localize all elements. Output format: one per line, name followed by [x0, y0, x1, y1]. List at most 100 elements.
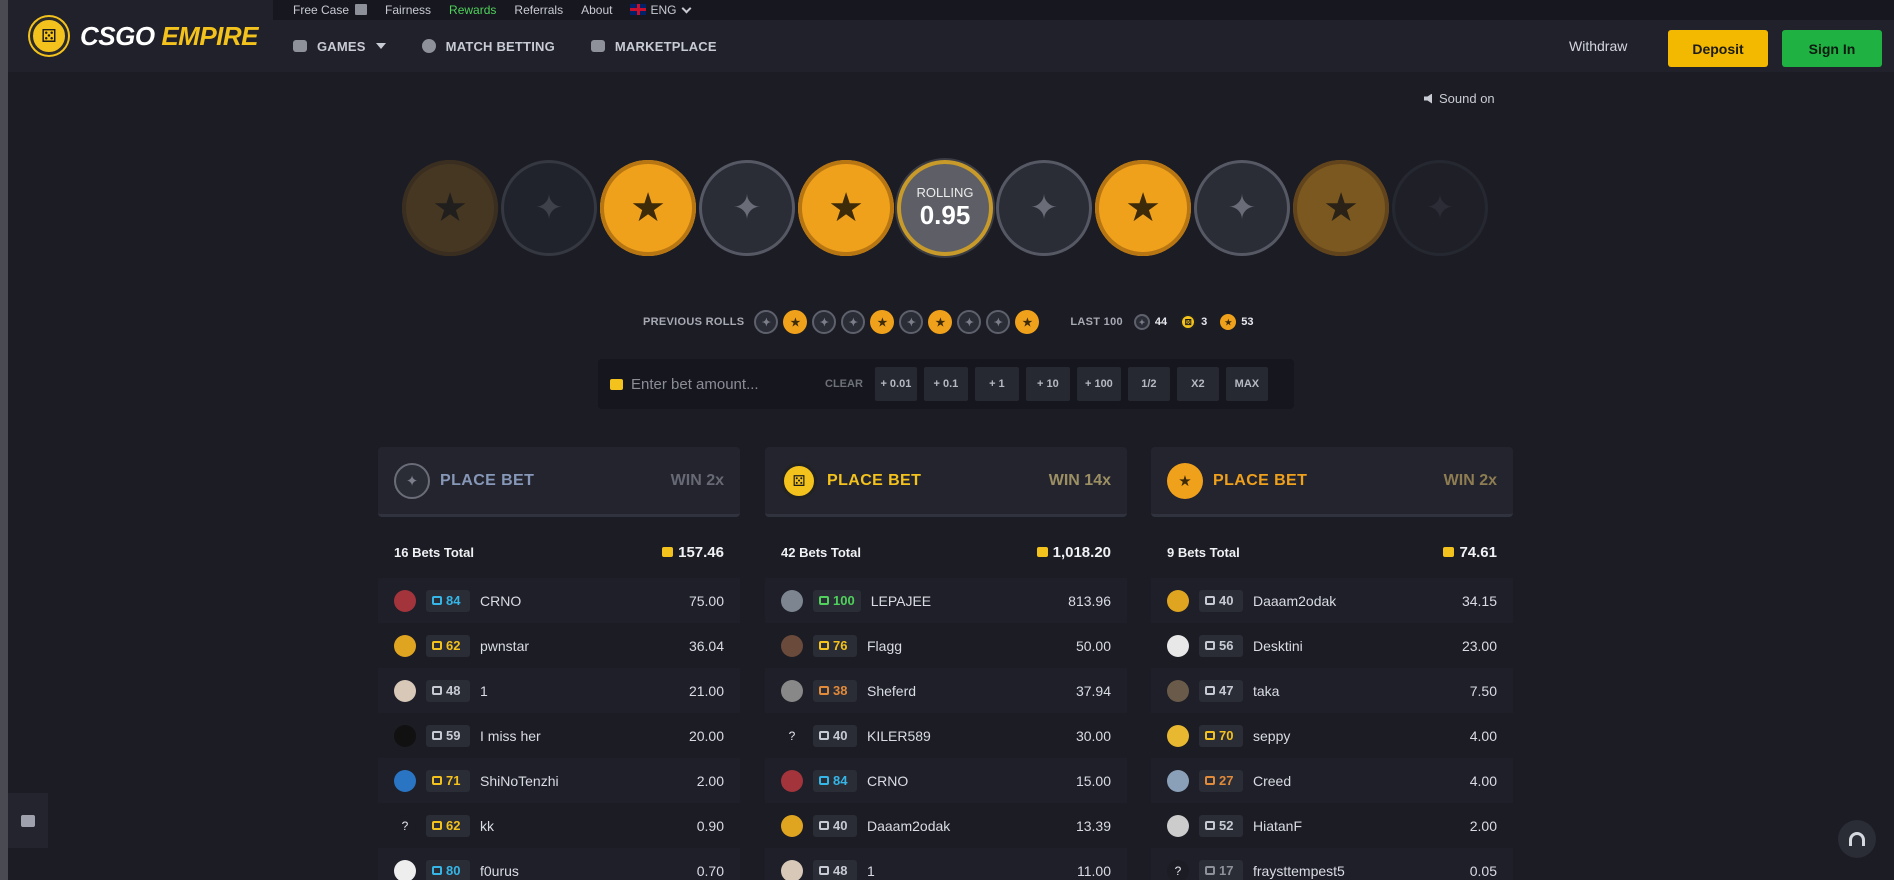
bet-row[interactable]: 40 Daaam2odak 13.39 [765, 803, 1127, 848]
avatar[interactable] [1167, 634, 1189, 657]
bets-total-count: 16 Bets Total [394, 544, 474, 560]
bet-row[interactable]: 70 seppy 4.00 [1151, 713, 1513, 758]
username[interactable]: Daaam2odak [1253, 593, 1336, 609]
bet-row[interactable]: 47 taka 7.50 [1151, 668, 1513, 713]
bet-row[interactable]: 71 ShiNoTenzhi 2.00 [378, 758, 740, 803]
fairness-link[interactable]: Fairness [385, 3, 431, 17]
username[interactable]: taka [1253, 683, 1279, 699]
bet-chip-button[interactable]: X2 [1176, 367, 1219, 401]
nav-games[interactable]: GAMES [293, 39, 386, 54]
place-bet-dice-button[interactable]: ⚄ PLACE BET WIN 14x [765, 447, 1127, 517]
avatar[interactable] [1167, 724, 1189, 747]
avatar[interactable]: ? [1167, 859, 1189, 880]
username[interactable]: HiatanF [1253, 818, 1302, 834]
username[interactable]: kk [480, 818, 494, 834]
avatar[interactable]: ? [394, 814, 416, 837]
nav-marketplace[interactable]: MARKETPLACE [590, 39, 717, 54]
username[interactable]: pwnstar [480, 638, 529, 654]
username[interactable]: Flagg [867, 638, 902, 654]
username[interactable]: Creed [1253, 773, 1291, 789]
bet-row[interactable]: 84 CRNO 75.00 [378, 578, 740, 623]
bet-chip-button[interactable]: 1/2 [1127, 367, 1170, 401]
bet-row[interactable]: 52 HiatanF 2.00 [1151, 803, 1513, 848]
bet-amount-input[interactable] [631, 375, 821, 393]
avatar[interactable] [1167, 589, 1189, 612]
bet-row[interactable]: 100 LEPAJEE 813.96 [765, 578, 1127, 623]
logo[interactable]: ⚄ CSGO EMPIRE [8, 0, 273, 72]
sign-in-button[interactable]: Sign In [1782, 30, 1882, 67]
bet-chip-button[interactable]: + 1 [974, 367, 1019, 401]
bet-chip-button[interactable]: + 10 [1025, 367, 1070, 401]
bet-row[interactable]: ? 62 kk 0.90 [378, 803, 740, 848]
about-link[interactable]: About [581, 3, 612, 17]
username[interactable]: Desktini [1253, 638, 1303, 654]
username[interactable]: KILER589 [867, 728, 931, 744]
avatar[interactable] [394, 724, 416, 747]
username[interactable]: LEPAJEE [871, 593, 931, 609]
nav-match-betting[interactable]: MATCH BETTING [421, 39, 555, 54]
support-button[interactable] [1838, 820, 1876, 858]
avatar[interactable] [781, 769, 803, 792]
username[interactable]: I miss her [480, 728, 541, 744]
avatar[interactable] [394, 634, 416, 657]
headset-icon [1849, 832, 1865, 846]
bet-row[interactable]: ? 40 KILER589 30.00 [765, 713, 1127, 758]
last-100-label: LAST 100 [1070, 316, 1123, 328]
language-selector[interactable]: ENG [630, 3, 692, 17]
chat-button[interactable] [8, 793, 48, 848]
username[interactable]: CRNO [867, 773, 908, 789]
referrals-link[interactable]: Referrals [514, 3, 563, 17]
username[interactable]: 1 [480, 683, 488, 699]
clear-button[interactable]: CLEAR [825, 378, 863, 390]
username[interactable]: fraysttempest5 [1253, 863, 1345, 879]
avatar[interactable] [1167, 814, 1189, 837]
avatar[interactable] [781, 679, 803, 702]
bet-row[interactable]: 62 pwnstar 36.04 [378, 623, 740, 668]
ct-count: 44 [1154, 316, 1168, 328]
bet-row[interactable]: 48 1 21.00 [378, 668, 740, 713]
place-bet-ct-button[interactable]: ✦ PLACE BET WIN 2x [378, 447, 740, 517]
avatar[interactable] [781, 814, 803, 837]
avatar[interactable] [781, 859, 803, 880]
avatar[interactable] [394, 679, 416, 702]
bet-row[interactable]: 27 Creed 4.00 [1151, 758, 1513, 803]
avatar[interactable] [1167, 769, 1189, 792]
avatar[interactable]: ? [781, 724, 803, 747]
sound-toggle[interactable]: Sound on [1424, 91, 1495, 106]
username[interactable]: seppy [1253, 728, 1290, 744]
rewards-link[interactable]: Rewards [449, 3, 496, 17]
username[interactable]: Sheferd [867, 683, 916, 699]
bet-row[interactable]: 56 Desktini 23.00 [1151, 623, 1513, 668]
avatar[interactable] [781, 589, 803, 612]
bets-total-sum: 157.46 [662, 544, 724, 561]
bet-row[interactable]: 84 CRNO 15.00 [765, 758, 1127, 803]
avatar[interactable] [781, 634, 803, 657]
bet-row[interactable]: 48 1 11.00 [765, 848, 1127, 880]
username[interactable]: f0urus [480, 863, 519, 879]
bet-chip-button[interactable]: + 0.1 [923, 367, 968, 401]
bet-row[interactable]: 76 Flagg 50.00 [765, 623, 1127, 668]
withdraw-link[interactable]: Withdraw [1569, 20, 1627, 72]
avatar[interactable] [1167, 679, 1189, 702]
bet-row[interactable]: 38 Sheferd 37.94 [765, 668, 1127, 713]
bet-row[interactable]: 40 Daaam2odak 34.15 [1151, 578, 1513, 623]
bet-row[interactable]: ? 17 fraysttempest5 0.05 [1151, 848, 1513, 880]
bet-chip-button[interactable]: + 0.01 [874, 367, 917, 401]
bet-chip-button[interactable]: MAX [1225, 367, 1268, 401]
username[interactable]: Daaam2odak [867, 818, 950, 834]
place-bet-t-button[interactable]: ★ PLACE BET WIN 2x [1151, 447, 1513, 517]
bet-row[interactable]: 80 f0urus 0.70 [378, 848, 740, 880]
bet-row[interactable]: 59 I miss her 20.00 [378, 713, 740, 758]
username[interactable]: ShiNoTenzhi [480, 773, 559, 789]
free-case-link[interactable]: Free Case [293, 3, 368, 17]
avatar[interactable] [394, 859, 416, 880]
username[interactable]: CRNO [480, 593, 521, 609]
bet-chip-button[interactable]: + 100 [1076, 367, 1121, 401]
deposit-button[interactable]: Deposit [1668, 30, 1768, 67]
avatar[interactable] [394, 589, 416, 612]
win-multiplier: WIN 2x [1443, 471, 1497, 489]
globe-icon [421, 39, 436, 53]
t-coin: ★ [600, 160, 696, 256]
username[interactable]: 1 [867, 863, 875, 879]
avatar[interactable] [394, 769, 416, 792]
